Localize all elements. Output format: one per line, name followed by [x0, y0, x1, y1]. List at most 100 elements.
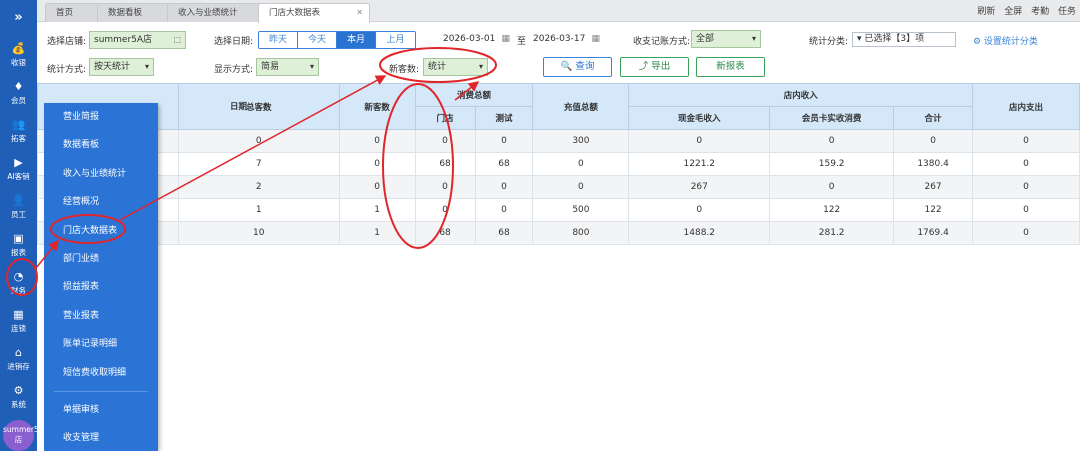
date-to-value: 2026-03-17 [533, 34, 586, 44]
rail-item-label: 收银 [11, 57, 26, 67]
rail-item-2[interactable]: 👥 拓客 [0, 112, 37, 150]
menu-item[interactable]: 收支管理 [44, 424, 158, 451]
menu-item[interactable]: 账单记录明细 [44, 330, 158, 358]
this-month-button[interactable]: 本月 [337, 32, 376, 48]
col-header-recharge-total: 充值总额 [532, 83, 630, 130]
rail-item-0[interactable]: 💰 收银 [0, 36, 37, 74]
stat-method-select[interactable]: 按天统计 ▾ [89, 58, 154, 76]
rail-item-9[interactable]: ⚙ 系统 [0, 378, 37, 416]
avatar[interactable]: summer5A店 [3, 420, 44, 451]
rail-item-5[interactable]: ▣ 报表 [0, 226, 37, 264]
fullscreen-button[interactable]: 全屏 [1004, 7, 1022, 17]
refresh-button[interactable]: 刷新 [977, 7, 995, 17]
menu-divider [54, 390, 148, 392]
store-data-table: 总客数 新客数 消费总额 充值总额 店内收入 店内支出 门店 测试 现金毛收入 … [37, 83, 1080, 245]
store-label: 选择店铺: [47, 37, 87, 47]
store-select[interactable]: summer5A店 ⬚ [89, 31, 186, 49]
tab-label: 首页 [56, 8, 74, 18]
table-cell: 0 [414, 129, 476, 153]
table-cell: 122 [893, 198, 974, 222]
col-header-store-income: 店内收入 [628, 83, 974, 107]
table-cell: 800 [532, 221, 630, 245]
rail-item-8[interactable]: ⌂ 进销存 [0, 340, 37, 378]
table-cell: 0 [177, 129, 340, 153]
date-to-field[interactable]: 2026-03-17 ▦ [529, 31, 603, 49]
play-circle-icon: ▶ [14, 155, 23, 169]
table-cell: 1488.2 [628, 221, 771, 245]
rail-item-7[interactable]: ▦ 连锁 [0, 302, 37, 340]
store-icon: ▦ [13, 307, 24, 321]
menu-item[interactable]: 部门业绩 [44, 245, 158, 273]
display-mode-select[interactable]: 简易 ▾ [256, 58, 319, 76]
tab-store-big-data[interactable]: 门店大数据表 ✕ [258, 3, 370, 23]
calendar-icon[interactable]: ▦ [501, 31, 510, 47]
diamond-icon: ♦ [13, 79, 24, 93]
table-cell: 159.2 [769, 152, 895, 176]
money-bag-icon: 💰 [11, 41, 26, 55]
chevron-down-icon: ▾ [478, 62, 483, 71]
close-icon[interactable]: ✕ [356, 4, 363, 22]
attendance-button[interactable]: 考勤 [1031, 7, 1049, 17]
menu-item[interactable]: 损益报表 [44, 273, 158, 301]
rail-item-label: 财务 [11, 285, 26, 295]
date-quick-select: 昨天 今天 本月 上月 [258, 31, 416, 49]
new-report-button[interactable]: 新报表 [696, 57, 765, 77]
new-customer-select[interactable]: 统计 ▾ [423, 58, 488, 76]
today-button[interactable]: 今天 [298, 32, 337, 48]
menu-item[interactable]: 收入与业绩统计 [44, 160, 158, 188]
tasks-button[interactable]: 任务 [1058, 7, 1076, 17]
calendar-icon[interactable]: ▦ [591, 31, 600, 47]
query-button[interactable]: 🔍 查询 [543, 57, 612, 77]
table-cell: 0 [972, 198, 1080, 222]
table-row: 合计10168688001488.2281.21769.40 [37, 221, 1080, 245]
stat-method-value: 按天统计 [94, 62, 131, 72]
date-label: 选择日期: [214, 37, 254, 47]
tab-label: 数据看板 [108, 8, 143, 18]
date-from-field[interactable]: 2026-03-01 ▦ [439, 31, 513, 49]
warehouse-icon: ⌂ [15, 345, 22, 359]
table-cell: 0 [972, 129, 1080, 153]
rail-item-label: 系统 [11, 399, 26, 409]
table-cell: 500 [532, 198, 630, 222]
yesterday-button[interactable]: 昨天 [259, 32, 298, 48]
rail-item-4[interactable]: 👤 员工 [0, 188, 37, 226]
chevron-down-icon: ▾ [144, 62, 149, 71]
table-cell: 0 [893, 129, 974, 153]
rail-item-label: 连锁 [11, 323, 26, 333]
rail-item-1[interactable]: ♦ 会员 [0, 74, 37, 112]
rail-item-3[interactable]: ▶ AI客销 [0, 150, 37, 188]
export-button[interactable]: ⤴ 导出 [620, 57, 689, 77]
table-cell: 300 [532, 129, 630, 153]
rail-item-label: 报表 [11, 247, 26, 257]
menu-item[interactable]: 营业报表 [44, 302, 158, 330]
table-cell: 0 [474, 175, 534, 199]
menu-item[interactable]: 门店大数据表 [44, 217, 158, 245]
col-header-store: 门店 [414, 106, 476, 130]
table-row: 2026-03-112000026702670 [37, 175, 1080, 199]
last-month-button[interactable]: 上月 [376, 32, 415, 48]
col-header-new-customers: 新客数 [338, 83, 416, 130]
store-value: summer5A店 [94, 35, 153, 45]
table-cell: 7 [177, 152, 340, 176]
table-cell: 1 [338, 221, 416, 245]
rail-item-label: 会员 [11, 95, 26, 105]
menu-item[interactable]: 数据看板 [44, 131, 158, 159]
table-cell: 1221.2 [628, 152, 771, 176]
display-mode-label: 显示方式: [214, 65, 254, 75]
tab-bar: 首页 数据看板 ✕ 收入与业绩统计 ✕ 门店大数据表 ✕ 刷新 全屏 考勤 任务 [37, 0, 1080, 23]
rail-item-label: AI客销 [7, 171, 30, 181]
category-select[interactable]: ▾ 已选择【3】项 [852, 32, 956, 47]
cursor-icon: ⬚ [173, 35, 181, 44]
display-mode-value: 简易 [261, 62, 280, 72]
menu-item[interactable]: 营业简报 [44, 103, 158, 131]
date-from-value: 2026-03-01 [443, 34, 496, 44]
menu-item[interactable]: 单据审核 [44, 396, 158, 424]
col-header-date: 日期 [230, 102, 248, 112]
tab-label: 收入与业绩统计 [178, 8, 238, 18]
account-method-select[interactable]: 全部 ▾ [691, 30, 761, 48]
category-settings-link[interactable]: ⚙ 设置统计分类 [973, 34, 1038, 47]
menu-item[interactable]: 经营概况 [44, 188, 158, 216]
expand-icon[interactable]: » [0, 0, 37, 36]
rail-item-6[interactable]: ◔ 财务 [0, 264, 37, 302]
menu-item[interactable]: 短信费收取明细 [44, 359, 158, 387]
